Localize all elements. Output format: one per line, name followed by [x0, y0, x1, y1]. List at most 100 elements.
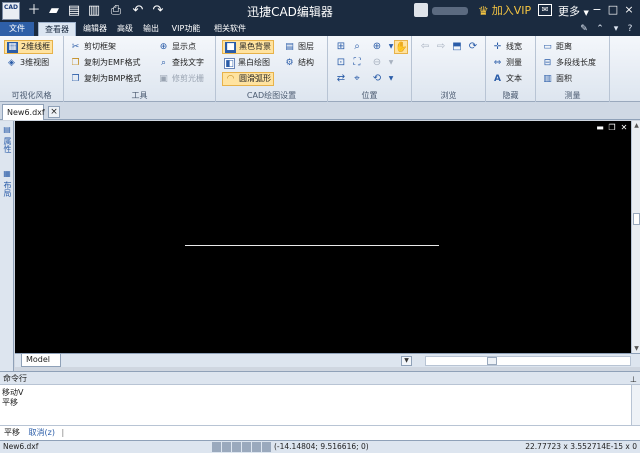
properties-icon[interactable]: ▤ — [2, 125, 12, 135]
points-icon: ⊕ — [159, 41, 168, 52]
zoom-out-dropdown-icon[interactable]: ▼ — [384, 56, 398, 70]
maximize-button[interactable]: □ — [606, 2, 620, 18]
wireframe-2d-button[interactable]: ▦ 2维线框 — [4, 40, 54, 54]
polar-icon[interactable] — [242, 442, 251, 452]
forward-arrow-icon[interactable]: ⇨ — [434, 40, 448, 54]
tab-viewer[interactable]: 查看器 — [38, 22, 76, 36]
close-button[interactable]: × — [622, 2, 636, 18]
document-tab[interactable]: New6.dxf — [2, 104, 45, 120]
open-folder-icon[interactable]: ▰ — [46, 3, 62, 19]
rotate-icon[interactable]: ⟲ — [370, 72, 384, 86]
horizontal-scrollbar[interactable] — [425, 356, 631, 366]
scroll-down-icon[interactable]: ▼ — [632, 344, 640, 353]
avatar[interactable] — [414, 3, 428, 17]
canvas-restore-icon[interactable]: ❐ — [607, 123, 617, 132]
view-3d-button[interactable]: ◈ 3维视图 — [4, 56, 51, 70]
rotate-dropdown-icon[interactable]: ▼ — [384, 72, 398, 86]
back-arrow-icon[interactable]: ⇦ — [418, 40, 432, 54]
previous-view-icon[interactable]: ⇄ — [334, 72, 348, 86]
zoom-extents-icon[interactable]: ⊡ — [334, 56, 348, 70]
mail-icon[interactable]: ✉ — [538, 4, 552, 16]
help-icon[interactable]: ? — [624, 23, 636, 35]
zoom-area-icon[interactable]: ⌕ — [350, 40, 364, 54]
show-points-button[interactable]: ⊕ 显示点 — [156, 40, 198, 54]
save-icon[interactable]: ▤ — [66, 3, 82, 19]
new-file-icon[interactable]: ＋ — [26, 3, 42, 19]
model-tab[interactable]: Model — [21, 354, 61, 367]
crown-icon: ♛ — [478, 4, 489, 18]
tab-advanced[interactable]: 高级 — [114, 22, 136, 36]
group-cad-settings: ■ 黑色背景 ◧ 黑白绘图 ◠ 圆滑弧形 ▤ 图层 ⚙ 结构 CAD绘图设置 — [216, 36, 328, 102]
area-button[interactable]: ▥ 面积 — [540, 72, 574, 86]
line-width-button[interactable]: ✛ 线宽 — [490, 40, 524, 54]
bw-drawing-button[interactable]: ◧ 黑白绘图 — [222, 56, 272, 70]
layout-dropdown-icon[interactable]: ▼ — [401, 356, 412, 366]
tab-output[interactable]: 输出 — [140, 22, 162, 36]
snap-icon[interactable] — [212, 442, 221, 452]
ortho-icon[interactable] — [232, 442, 241, 452]
copy-emf-icon: ❐ — [71, 57, 80, 68]
tab-editor[interactable]: 编辑器 — [80, 22, 110, 36]
command-input[interactable]: 平移 取消(z) | — [0, 425, 640, 440]
cad-line[interactable] — [185, 245, 439, 246]
command-scrollbar[interactable] — [631, 385, 640, 425]
black-background-button[interactable]: ■ 黑色背景 — [222, 40, 274, 54]
tab-file[interactable]: 文件 — [0, 22, 34, 36]
text-button[interactable]: A 文本 — [490, 72, 524, 86]
group-label-position: 位置 — [361, 91, 378, 100]
horizontal-scroll-thumb[interactable] — [487, 357, 497, 365]
structure-button[interactable]: ⚙ 结构 — [282, 56, 316, 70]
copy-bmp-button[interactable]: ❐ 复制为BMP格式 — [68, 72, 143, 86]
clip-frame-button[interactable]: ✂ 剪切框架 — [68, 40, 118, 54]
canvas-minimize-icon[interactable]: ▬ — [595, 123, 605, 132]
group-visual-style: ▦ 2维线框 ◈ 3维视图 可视化风格 — [0, 36, 64, 102]
tab-related-software[interactable]: 相关软件 — [210, 22, 250, 36]
drawing-canvas[interactable]: ▬ ❐ ✕ — [15, 121, 631, 353]
side-tab-layouts[interactable]: 布局 — [1, 181, 13, 197]
trim-raster-button[interactable]: ▣ 修剪光栅 — [156, 72, 206, 86]
scroll-thumb[interactable] — [633, 213, 640, 225]
lineweight-icon[interactable] — [262, 442, 271, 452]
grid-icon[interactable] — [222, 442, 231, 452]
line-width-icon: ✛ — [493, 41, 502, 52]
wireframe-2d-label: 2维线框 — [21, 42, 51, 51]
expand-icon[interactable]: ⌃ — [594, 23, 606, 35]
zoom-out-icon[interactable]: ⊖ — [370, 56, 384, 70]
side-tab-properties[interactable]: 属性 — [1, 137, 13, 153]
save-as-icon[interactable]: ▥ — [86, 3, 102, 19]
minimize-button[interactable]: − — [590, 2, 604, 18]
hide-measure-button[interactable]: ⇔ 测量 — [490, 56, 524, 70]
open-browse-icon[interactable]: ⬒ — [450, 40, 464, 54]
tab-vip[interactable]: VIP功能 — [166, 22, 206, 36]
polyline-length-button[interactable]: ⊟ 多段线长度 — [540, 56, 598, 70]
find-text-button[interactable]: ⌕ 查找文字 — [156, 56, 206, 70]
refresh-icon[interactable]: ⟳ — [466, 40, 480, 54]
command-history-line: 平移 — [2, 398, 18, 407]
ribbon: ▦ 2维线框 ◈ 3维视图 可视化风格 ✂ 剪切框架 ❐ 复制为EMF格式 ❐ … — [0, 36, 640, 102]
osnap-icon[interactable] — [252, 442, 261, 452]
redo-icon[interactable]: ↷ — [150, 3, 166, 19]
scroll-up-icon[interactable]: ▲ — [632, 121, 640, 130]
join-vip-button[interactable]: ♛ 加入VIP — [478, 2, 531, 20]
layers-label: 图层 — [298, 42, 314, 51]
copy-emf-button[interactable]: ❐ 复制为EMF格式 — [68, 56, 143, 70]
zoom-previous-icon[interactable]: ⌖ — [350, 72, 364, 86]
print-icon[interactable]: ⎙ — [108, 3, 124, 19]
canvas-close-icon[interactable]: ✕ — [619, 123, 629, 132]
undo-icon[interactable]: ↶ — [130, 3, 146, 19]
fit-icon[interactable]: ⛶ — [350, 56, 364, 70]
command-cancel-link[interactable]: 取消(z) — [29, 428, 55, 437]
layers-button[interactable]: ▤ 图层 — [282, 40, 316, 54]
smooth-arc-button[interactable]: ◠ 圆滑弧形 — [222, 72, 274, 86]
zoom-window-icon[interactable]: ⊞ — [334, 40, 348, 54]
more-button[interactable]: 更多 ▼ — [558, 3, 589, 19]
layouts-icon[interactable]: ▦ — [2, 169, 12, 179]
close-document-icon[interactable]: × — [48, 106, 60, 118]
pan-hand-icon[interactable]: ✋ — [394, 40, 408, 54]
distance-button[interactable]: ▭ 距离 — [540, 40, 574, 54]
measure-icon: ⇔ — [493, 57, 502, 68]
vertical-scrollbar[interactable]: ▲ ▼ — [631, 121, 640, 353]
zoom-in-icon[interactable]: ⊕ — [370, 40, 384, 54]
skin-icon[interactable]: ✎ — [578, 23, 590, 35]
settings-icon[interactable]: ▾ — [610, 23, 622, 35]
